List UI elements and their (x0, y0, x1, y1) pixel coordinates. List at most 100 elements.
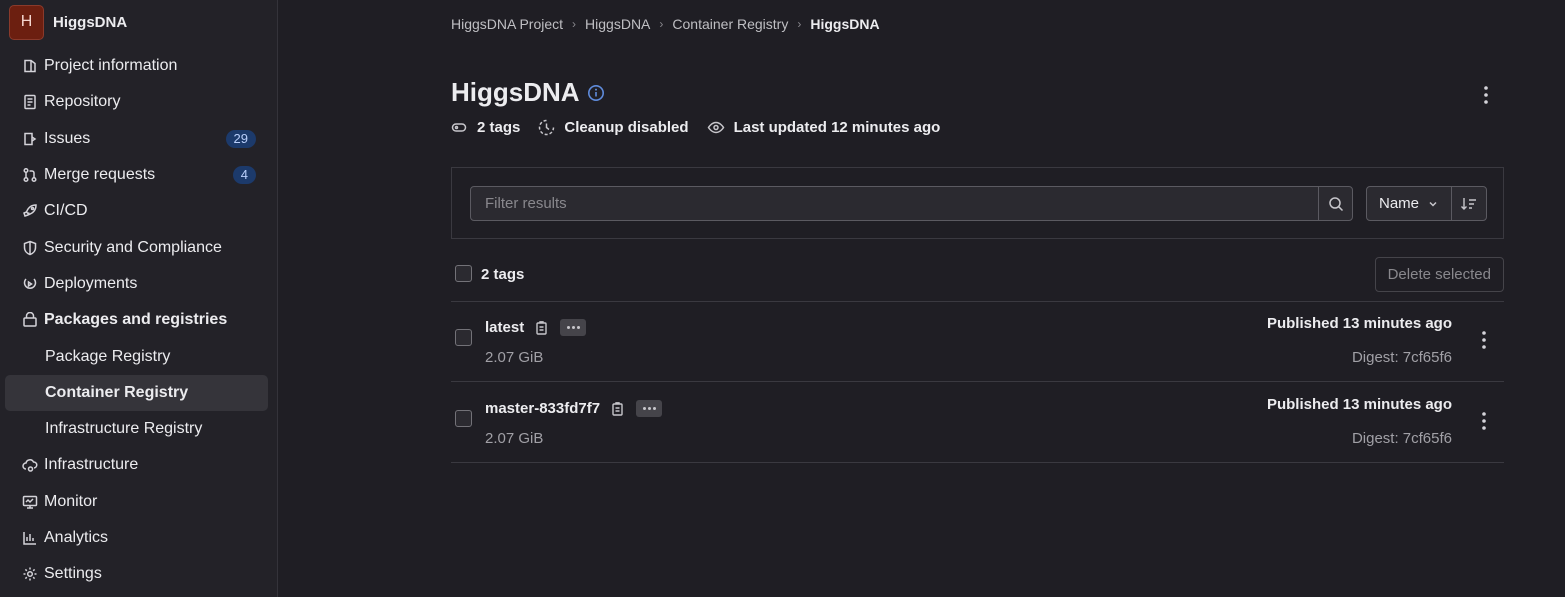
tag-actions-kebab-icon[interactable] (1478, 410, 1490, 436)
avatar[interactable]: H (9, 4, 44, 40)
tag-published: Published 13 minutes ago (1266, 315, 1452, 332)
divider (451, 462, 1504, 463)
tag-name-row: master-833fd7f7 (485, 400, 663, 417)
more-details-ellipsis-icon[interactable] (636, 400, 663, 417)
tag-row: master-833fd7f7 2.07 GiB Published 13 mi… (451, 382, 1504, 462)
sidebar-item-repository[interactable]: Repository (5, 84, 268, 120)
copy-icon[interactable] (610, 401, 626, 417)
issues-icon (22, 131, 44, 147)
sidebar-item-package-registry[interactable]: Package Registry (5, 338, 268, 374)
sidebar-item-label: Settings (44, 565, 102, 583)
sidebar-item-monitor[interactable]: Monitor (5, 484, 268, 520)
tag-size: 2.07 GiB (485, 349, 544, 366)
gear-icon (22, 566, 44, 582)
issues-count-badge: 29 (225, 129, 256, 148)
more-details-ellipsis-icon[interactable] (560, 319, 587, 336)
sidebar-item-issues[interactable]: Issues 29 (5, 121, 268, 157)
sidebar-item-packages-and-registries[interactable]: Packages and registries (5, 302, 268, 338)
sidebar-item-label: CI/CD (44, 202, 88, 220)
list-count-label: 2 tags (481, 266, 525, 283)
sidebar-item-label: Security and Compliance (44, 238, 222, 256)
deployments-icon (22, 276, 44, 292)
eye-icon (707, 121, 724, 134)
sidebar-item-label: Issues (44, 129, 91, 147)
sort-dropdown[interactable]: Name (1366, 186, 1452, 221)
sidebar-item-merge-requests[interactable]: Merge requests 4 (5, 157, 268, 193)
chevron-right-icon: › (659, 17, 664, 31)
breadcrumb-item[interactable]: HiggsDNA (585, 16, 650, 32)
tag-icon (451, 123, 467, 132)
tag-published: Published 13 minutes ago (1266, 396, 1452, 413)
tag-checkbox[interactable] (455, 410, 472, 427)
search-button[interactable] (1318, 186, 1353, 221)
title-row: HiggsDNA (451, 77, 605, 108)
project-name[interactable]: HiggsDNA (53, 14, 127, 31)
filter-input[interactable]: Filter results (470, 186, 1319, 221)
sort-lowest-icon (1461, 197, 1476, 210)
sidebar-item-settings[interactable]: Settings (5, 556, 268, 592)
breadcrumb-item[interactable]: HiggsDNA Project (451, 16, 563, 32)
tag-name[interactable]: latest (485, 319, 524, 336)
clock-icon (539, 119, 555, 136)
doc-icon (22, 94, 44, 110)
project-header[interactable]: H HiggsDNA (0, 0, 277, 44)
filter-panel: Filter results Name (451, 167, 1504, 239)
sidebar-nav: Project information Repository Issues 29… (0, 48, 278, 592)
sidebar-item-label: Monitor (44, 492, 98, 510)
tags-count-text: 2 tags (477, 119, 521, 136)
cloud-gear-icon (22, 457, 44, 473)
sort-dropdown-label: Name (1379, 195, 1420, 212)
shield-icon (22, 240, 44, 256)
sidebar-item-label: Package Registry (45, 347, 171, 365)
package-icon (22, 312, 44, 328)
last-updated-text: Last updated 12 minutes ago (733, 119, 941, 136)
sidebar-item-label: Project information (44, 57, 178, 75)
sidebar-item-security-and-compliance[interactable]: Security and Compliance (5, 229, 268, 265)
sidebar-item-infrastructure-registry[interactable]: Infrastructure Registry (5, 411, 268, 447)
sidebar-item-label: Packages and registries (44, 311, 228, 329)
chevron-right-icon: › (797, 17, 802, 31)
sidebar-item-infrastructure[interactable]: Infrastructure (5, 447, 268, 483)
delete-selected-button[interactable]: Delete selected (1374, 257, 1504, 292)
cleanup-meta: Cleanup disabled (538, 119, 689, 136)
tag-size: 2.07 GiB (485, 430, 544, 447)
breadcrumb: HiggsDNA Project › HiggsDNA › Container … (451, 16, 880, 32)
sidebar-item-ci-cd[interactable]: CI/CD (5, 193, 268, 229)
sidebar-item-container-registry[interactable]: Container Registry (5, 374, 268, 411)
page-title: HiggsDNA (451, 77, 580, 107)
sidebar-item-analytics[interactable]: Analytics (5, 520, 268, 556)
monitor-icon (22, 494, 44, 510)
chevron-down-icon (1429, 201, 1437, 207)
sidebar-item-label: Infrastructure (44, 456, 139, 474)
tag-digest: Digest: 7cf65f6 (1351, 430, 1452, 447)
sidebar-item-project-information[interactable]: Project information (5, 48, 268, 84)
rocket-icon (22, 203, 44, 219)
copy-icon[interactable] (534, 320, 550, 336)
tag-name-row: latest (485, 319, 587, 336)
cleanup-status-text: Cleanup disabled (564, 119, 689, 136)
breadcrumb-item[interactable]: Container Registry (672, 16, 788, 32)
breadcrumb-current[interactable]: HiggsDNA (810, 16, 879, 32)
merge-requests-count-badge: 4 (232, 166, 256, 185)
tag-row: latest 2.07 GiB Published 13 minutes ago… (451, 301, 1504, 381)
merge-icon (22, 167, 44, 183)
sidebar-item-label: Repository (44, 93, 121, 111)
more-actions-kebab-icon[interactable] (1478, 84, 1494, 110)
tag-digest: Digest: 7cf65f6 (1351, 349, 1452, 366)
info-icon[interactable] (587, 84, 605, 102)
search-icon (1328, 196, 1343, 211)
select-all-checkbox[interactable] (455, 265, 472, 282)
sidebar-item-label: Deployments (44, 274, 138, 292)
sidebar-item-label: Analytics (44, 529, 109, 546)
last-updated-meta: Last updated 12 minutes ago (707, 119, 941, 136)
tag-actions-kebab-icon[interactable] (1478, 329, 1490, 355)
sidebar-item-label: Merge requests (44, 166, 156, 184)
tag-name[interactable]: master-833fd7f7 (485, 400, 600, 417)
tag-checkbox[interactable] (455, 329, 472, 346)
meta-row: 2 tags Cleanup disabled Last updated 12 … (451, 119, 958, 136)
sidebar-item-label: Container Registry (45, 383, 189, 401)
list-header: 2 tags Delete selected (451, 257, 1504, 301)
sidebar-item-deployments[interactable]: Deployments (5, 266, 268, 302)
sidebar: H HiggsDNA Project information Repositor… (0, 0, 278, 597)
sort-direction-button[interactable] (1451, 186, 1487, 221)
